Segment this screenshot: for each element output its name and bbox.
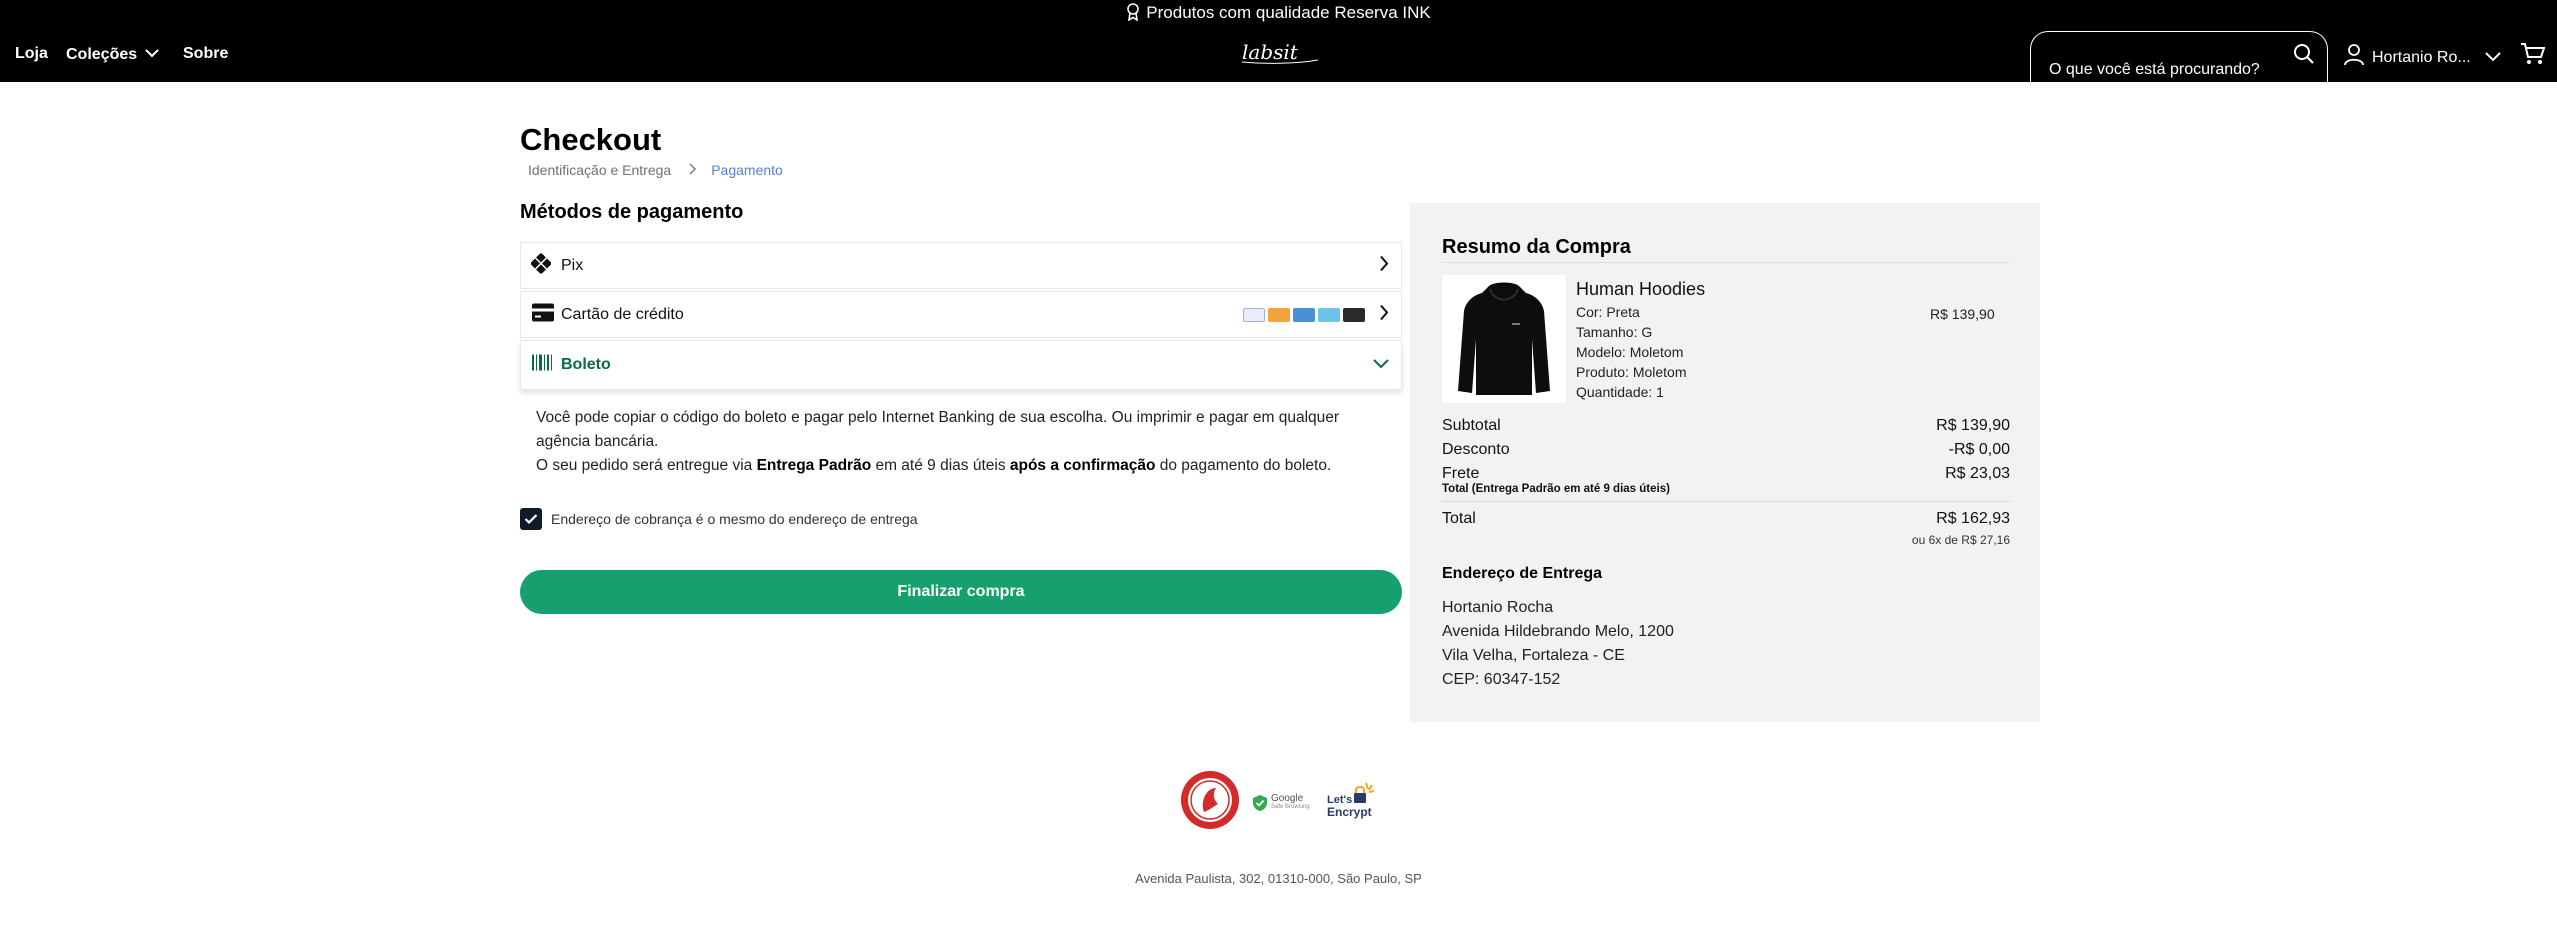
subtotal-value: R$ 139,90 (1936, 417, 2010, 434)
visa-icon (1243, 307, 1265, 322)
promo-text: Produtos com qualidade Reserva INK (1146, 3, 1431, 22)
google-badge-sub: Safe Browsing (1271, 803, 1310, 810)
payment-methods-title: Métodos de pagamento (520, 201, 744, 223)
nav-colecoes-label: Coleções (66, 46, 138, 63)
user-menu[interactable]: Hortanio Ro... (2344, 44, 2501, 71)
page-title: Checkout (520, 122, 662, 157)
search-box (2030, 31, 2328, 82)
nav-colecoes[interactable]: Coleções (66, 45, 159, 64)
boleto-text-part: do pagamento do boleto. (1155, 457, 1332, 474)
check-icon (524, 514, 538, 525)
shield-icon (1253, 794, 1267, 811)
amex-icon (1293, 307, 1315, 322)
breadcrumb-step-pagamento[interactable]: Pagamento (711, 162, 783, 178)
brand-logo[interactable]: labsit (1240, 40, 1320, 66)
search-icon[interactable] (2293, 43, 2315, 70)
discount-label: Desconto (1442, 441, 1510, 458)
chevron-down-icon (145, 45, 159, 63)
product-image (1442, 275, 1566, 403)
address-street: Avenida Hildebrando Melo, 1200 (1442, 623, 1674, 640)
google-badge-text: Google Safe Browsing (1271, 792, 1310, 812)
boleto-text-confirmation: após a confirmação (1009, 457, 1156, 474)
boleto-instructions-line1: Você pode copiar o código do boleto e pa… (536, 409, 1340, 450)
chevron-right-icon (1379, 255, 1389, 276)
address-zip: CEP: 60347-152 (1442, 671, 1561, 688)
barcode-icon (531, 354, 553, 377)
finish-purchase-button[interactable]: Finalizar compra (520, 570, 1402, 614)
payment-option-label: Cartão de crédito (561, 305, 684, 323)
summary-title: Resumo da Compra (1442, 236, 1631, 258)
product-quantity: Quantidade: 1 (1576, 384, 1664, 400)
chevron-down-icon (2485, 49, 2501, 67)
product-name: Human Hoodies (1576, 279, 1706, 299)
order-summary: Resumo da Compra Human Hoodies R$ 139,90… (1410, 203, 2040, 722)
boleto-text-shipping: Entrega Padrão (756, 457, 872, 474)
mastercard-icon (1268, 307, 1290, 322)
elo-icon (1318, 307, 1340, 322)
billing-same-address[interactable]: Endereço de cobrança é o mesmo do endere… (520, 508, 918, 530)
hipercard-icon (1343, 307, 1365, 322)
credit-card-icon (531, 302, 555, 327)
nav-loja[interactable]: Loja (15, 45, 48, 63)
boleto-instructions: Você pode copiar o código do boleto e pa… (536, 406, 1386, 478)
google-badge-title: Google (1271, 792, 1304, 804)
search-input[interactable] (2049, 60, 2279, 80)
user-icon (2344, 44, 2364, 71)
billing-same-checkbox[interactable] (520, 508, 542, 530)
breadcrumb: Identificação e Entrega Pagamento (528, 162, 783, 178)
payment-option-pix[interactable]: Pix (520, 242, 1402, 289)
letsencrypt-logo-icon: Let's Encrypt (1327, 782, 1374, 819)
breadcrumb-step-identificacao[interactable]: Identificação e Entrega (528, 162, 671, 178)
letsencrypt-badge: Let's Encrypt (1326, 781, 1380, 825)
divider (1442, 262, 2010, 263)
security-badges: Google Safe Browsing Let's Encrypt (1180, 770, 1380, 835)
award-icon (1126, 3, 1140, 26)
top-bar: Produtos com qualidade Reserva INK Loja … (0, 0, 2557, 82)
product-model: Modelo: Moletom (1576, 344, 1684, 360)
user-name: Hortanio Ro... (2372, 48, 2471, 66)
shipping-note: Total (Entrega Padrão em até 9 dias útei… (1442, 483, 1670, 495)
payment-option-label: Boleto (561, 356, 611, 373)
discount-value: -R$ 0,00 (1948, 441, 2010, 458)
shipping-label: Frete (1442, 465, 1480, 482)
promo-banner: Produtos com qualidade Reserva INK (0, 3, 2557, 26)
product-type: Produto: Moletom (1576, 364, 1687, 380)
chevron-right-icon (1379, 304, 1389, 325)
billing-same-label: Endereço de cobrança é o mesmo do endere… (551, 511, 918, 527)
installments: ou 6x de R$ 27,16 (1911, 533, 2010, 547)
footer-address: Avenida Paulista, 302, 01310-000, São Pa… (1135, 871, 1422, 886)
product-price: R$ 139,90 (1930, 306, 1995, 322)
total-value: R$ 162,93 (1936, 510, 2010, 527)
boleto-instructions-line2: O seu pedido será entregue via Entrega P… (536, 454, 1386, 478)
payment-option-credit-card[interactable]: Cartão de crédito (520, 291, 1402, 338)
card-brands (1243, 307, 1365, 322)
boleto-text-part: O seu pedido será entregue via (536, 457, 757, 474)
pix-icon (530, 252, 552, 278)
boleto-text-part: em até 9 dias úteis (871, 457, 1010, 474)
divider (1442, 501, 2010, 502)
nav-sobre[interactable]: Sobre (183, 45, 228, 63)
quality-seal-icon (1180, 770, 1240, 835)
product-color: Cor: Preta (1576, 304, 1640, 320)
cart-icon[interactable] (2520, 42, 2546, 71)
chevron-right-icon (689, 162, 697, 178)
delivery-address-title: Endereço de Entrega (1442, 565, 1603, 582)
shipping-value: R$ 23,03 (1945, 465, 2010, 482)
address-name: Hortanio Rocha (1442, 599, 1554, 616)
subtotal-label: Subtotal (1442, 417, 1501, 434)
logo-text: labsit (1242, 40, 1299, 64)
google-safe-browsing-badge: Google Safe Browsing (1252, 792, 1310, 812)
payment-option-boleto[interactable]: Boleto (520, 340, 1402, 390)
product-size: Tamanho: G (1576, 324, 1653, 340)
chevron-down-icon (1373, 356, 1389, 374)
total-label: Total (1442, 510, 1476, 527)
svg-text:Encrypt: Encrypt (1327, 805, 1372, 819)
payment-option-label: Pix (561, 256, 584, 274)
address-city: Vila Velha, Fortaleza - CE (1442, 647, 1625, 664)
